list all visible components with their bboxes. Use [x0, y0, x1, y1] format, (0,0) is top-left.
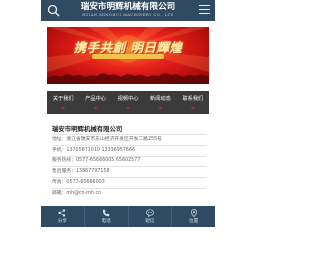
menu-icon[interactable] [199, 5, 210, 15]
nav-item-contact[interactable]: 联系我们 [177, 91, 209, 114]
nav-marker [190, 107, 195, 110]
contact-service-hotline[interactable]: 服务热线：0577-65666005 65602577 [52, 158, 140, 164]
banner-tagline-bar [92, 54, 164, 59]
contact-mobile[interactable]: 手机：13705871010 13336957666 [52, 148, 135, 154]
footer-label: 电话 [101, 219, 111, 224]
nav-item-label: 新闻动态 [150, 96, 171, 102]
contact-fax: 传真：0577-65666003 [52, 180, 105, 185]
nav-item-about[interactable]: 关于我们 [47, 91, 79, 114]
contact-address: 地址：浙江省瑞安市东山经济开发区开发二路255号 [52, 137, 162, 142]
nav-item-label: 产品中心 [85, 96, 106, 102]
nav-item-label: 视频中心 [117, 96, 139, 102]
nav-item-news[interactable]: 新闻动态 [144, 91, 176, 114]
top-header: 瑞安市明辉机械有限公司 RUIAN MINGHUI MACHINERY CO.,… [41, 0, 215, 21]
nav-marker [61, 107, 66, 110]
site-title[interactable]: 瑞安市明辉机械有限公司 [67, 2, 189, 13]
nav-item-products[interactable]: 产品中心 [79, 91, 111, 114]
footer-phone-button[interactable]: 电话 [83, 206, 128, 227]
nav-marker [93, 107, 98, 110]
bottom-toolbar: 分享 电话 短信 位置 [41, 206, 215, 227]
location-icon [190, 209, 197, 217]
footer-label: 短信 [145, 219, 155, 224]
nav-marker [158, 107, 163, 110]
nav-item-label: 关于我们 [52, 96, 74, 102]
footer-share-button[interactable]: 分享 [41, 206, 84, 227]
site-subtitle: RUIAN MINGHUI MACHINERY CO., LTD [82, 13, 174, 17]
divider [52, 188, 206, 189]
divider [52, 145, 206, 146]
mobile-page: 瑞安市明辉机械有限公司 RUIAN MINGHUI MACHINERY CO.,… [41, 0, 215, 262]
company-name: 瑞安市明辉机械有限公司 [52, 125, 123, 133]
contact-aftersales[interactable]: 售后服务：13867797158 [52, 169, 110, 175]
main-nav: 关于我们 产品中心 视频中心 新闻动态 联系我们 [47, 91, 209, 114]
footer-sms-button[interactable]: 短信 [127, 206, 172, 227]
share-icon [58, 209, 66, 217]
footer-label: 分享 [57, 219, 67, 224]
divider [52, 134, 206, 135]
banner-crowd-silhouette [47, 73, 209, 84]
banner-image[interactable]: 携手共創 明日輝煌 [47, 27, 209, 84]
phone-icon [102, 209, 110, 217]
search-icon[interactable] [47, 4, 60, 17]
nav-marker [126, 107, 131, 110]
divider [52, 177, 206, 178]
footer-location-button[interactable]: 位置 [171, 206, 215, 227]
nav-item-videos[interactable]: 视频中心 [112, 91, 144, 114]
divider [52, 166, 206, 167]
footer-label: 位置 [189, 219, 199, 224]
message-icon [146, 209, 154, 217]
divider [52, 156, 206, 157]
nav-item-label: 联系我们 [182, 96, 204, 102]
contact-email[interactable]: 邮箱：mh@cn-mh.cn [52, 191, 101, 197]
